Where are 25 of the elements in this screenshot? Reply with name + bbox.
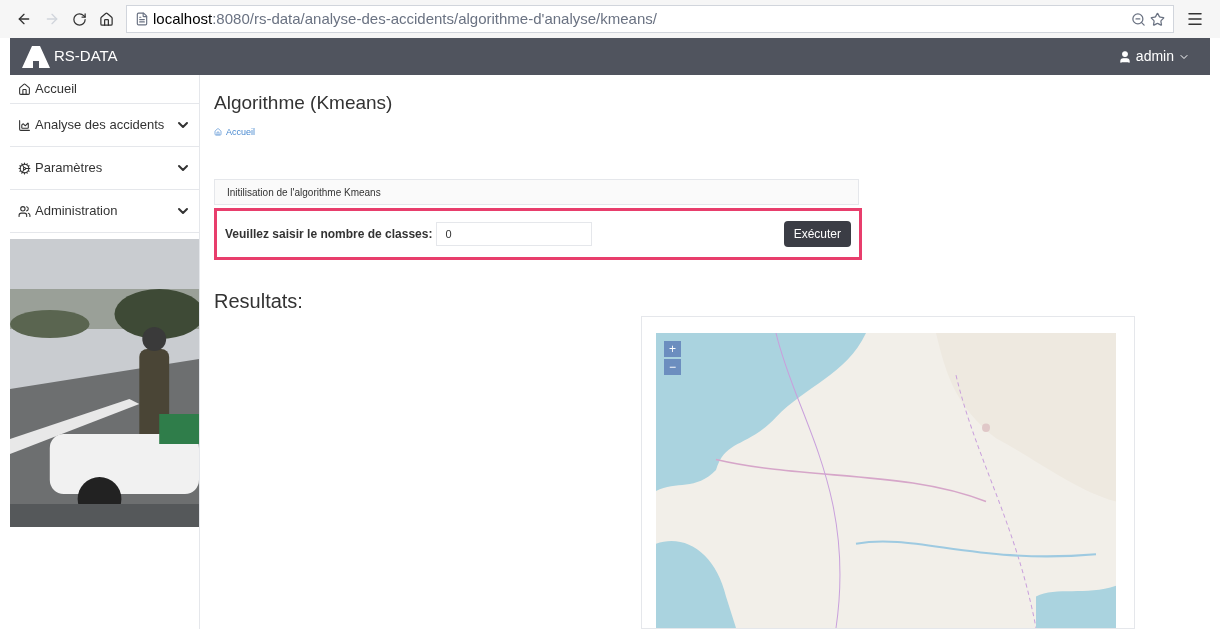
users-icon: [18, 204, 31, 218]
sidebar-item[interactable]: Paramètres: [10, 147, 199, 190]
reload-icon[interactable]: [72, 11, 87, 27]
results-title: Resultats:: [214, 289, 304, 314]
zoom-icon[interactable]: [1131, 11, 1146, 27]
logo-icon: [22, 45, 50, 68]
menu-icon[interactable]: [1186, 10, 1204, 28]
bookmark-icon[interactable]: [1150, 11, 1165, 27]
chart-icon: [18, 118, 31, 132]
breadcrumb-link[interactable]: Accueil: [226, 125, 255, 139]
sidebar-item[interactable]: Accueil: [10, 75, 199, 104]
gear-icon: [18, 161, 31, 175]
sidebar-item[interactable]: Analyse des accidents: [10, 104, 199, 147]
user-icon: [1117, 49, 1132, 64]
form-panel-header: Initilisation de l'algorithme Kmeans: [214, 179, 859, 205]
page-icon: [135, 12, 149, 26]
sidebar-item[interactable]: Administration: [10, 190, 199, 233]
user-menu[interactable]: admin: [1117, 46, 1190, 67]
brand-name[interactable]: RS-DATA: [54, 45, 118, 68]
back-icon[interactable]: [16, 11, 32, 27]
page-title: Algorithme (Kmeans): [214, 91, 394, 115]
classes-input[interactable]: 0: [436, 222, 593, 246]
address-bar[interactable]: localhost:8080/rs-data/analyse-des-accidents/algorithme-d'analyse/kmeans/: [126, 5, 1174, 33]
classes-label: Veuillez saisir le nombre de classes:: [225, 226, 433, 243]
execute-button[interactable]: Exécuter: [783, 221, 851, 247]
